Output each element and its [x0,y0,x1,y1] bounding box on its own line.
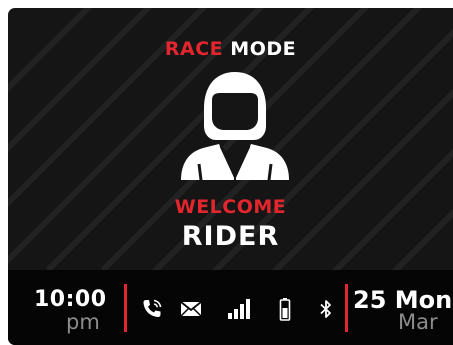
mode-accent-text: RACE [164,38,224,60]
date-month: Mar [398,310,438,334]
mode-label-text: MODE [230,38,297,60]
clock-ampm: pm [66,310,100,334]
bluetooth-icon[interactable] [314,297,338,321]
rider-name-text: RIDER [181,221,280,252]
welcome-text: WELCOME [174,196,287,218]
mail-icon[interactable] [179,297,203,321]
phone-call-icon[interactable] [140,297,164,321]
clock-time: 10:00 [34,287,107,312]
mode-title: RACE MODE [8,38,453,60]
status-divider-right [345,284,348,332]
status-bar: 10:00 pm 25 Mon Mar [8,270,453,345]
signal-bars-icon[interactable] [227,297,251,321]
dashboard-screen: RACE MODE WELCOME RIDER 10:00 pm 25 Mon … [8,8,453,345]
battery-icon[interactable] [273,297,297,321]
rider-helmet-icon [181,72,289,180]
status-divider-left [124,284,127,332]
